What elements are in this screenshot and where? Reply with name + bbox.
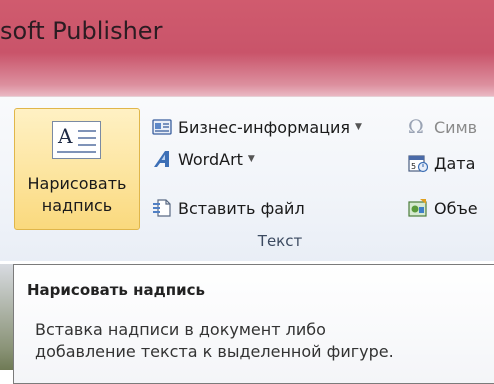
object-label: Объе	[434, 198, 478, 218]
symbol-label: Симв	[434, 117, 478, 137]
wordart-button[interactable]: WordArt ▼	[152, 146, 255, 172]
business-info-button[interactable]: Бизнес-информация ▼	[152, 114, 362, 140]
insert-file-label: Вставить файл	[178, 198, 305, 218]
business-card-icon	[152, 117, 172, 137]
tooltip-title: Нарисовать надпись	[27, 281, 205, 299]
draw-textbox-label: Нарисовать надпись	[27, 174, 127, 215]
svg-text:5: 5	[411, 162, 416, 171]
group-label-text: Текст	[257, 232, 303, 250]
insert-file-button[interactable]: Вставить файл	[152, 195, 305, 221]
wordart-icon	[152, 149, 172, 169]
date-time-label: Дата	[434, 153, 476, 173]
insert-file-icon	[152, 198, 172, 218]
background-strip	[0, 264, 13, 370]
wordart-label: WordArt	[178, 149, 243, 169]
title-bar: soft Publisher	[0, 0, 494, 96]
calendar-icon: 5	[408, 153, 429, 173]
business-info-label: Бизнес-информация	[178, 117, 351, 137]
text-box-icon: A	[52, 121, 101, 159]
omega-icon: Ω	[408, 116, 424, 138]
date-time-button[interactable]: 5 Дата	[408, 150, 475, 176]
tooltip: Нарисовать надпись Вставка надписи в док…	[13, 264, 494, 384]
tooltip-body: Вставка надписи в документ либо добавлен…	[35, 320, 394, 361]
object-button[interactable]: Объе	[408, 195, 478, 221]
chevron-down-icon: ▼	[355, 122, 362, 132]
window-title: soft Publisher	[0, 17, 163, 45]
symbol-button[interactable]: Ω Симв	[408, 114, 477, 140]
draw-textbox-button[interactable]: A Нарисовать надпись	[14, 108, 140, 230]
chevron-down-icon: ▼	[247, 154, 255, 164]
object-icon	[408, 198, 428, 218]
